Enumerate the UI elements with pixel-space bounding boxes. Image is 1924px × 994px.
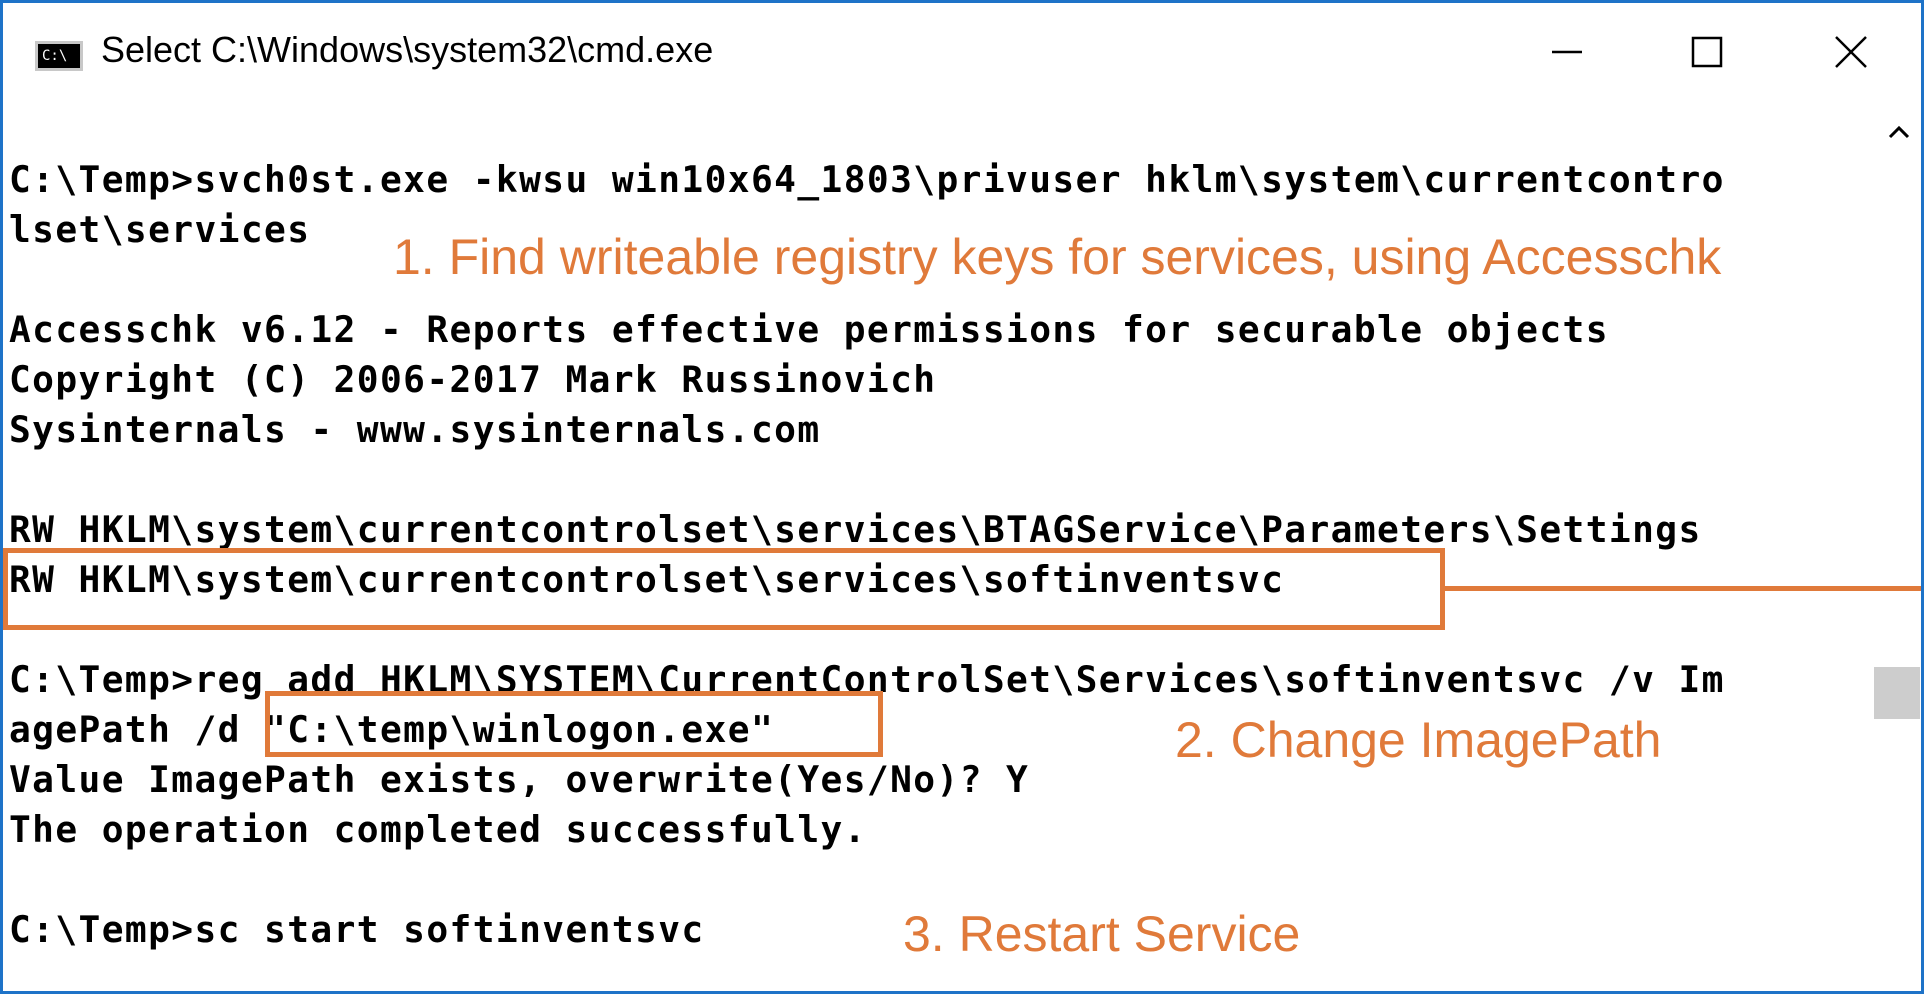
highlight-writeable-key — [3, 548, 1445, 630]
annotation-step-3: 3. Restart Service — [903, 906, 1301, 962]
console-line: Copyright (C) 2006-2017 Mark Russinovich — [9, 358, 937, 401]
title-bar[interactable]: C:\ Select C:\Windows\system32\cmd.exe — [3, 3, 1921, 107]
scroll-up-button[interactable] — [1871, 107, 1921, 157]
highlight-imagepath-value — [265, 691, 883, 757]
console-line: Accesschk v6.12 - Reports effective perm… — [9, 308, 1609, 351]
chevron-up-icon — [1888, 125, 1910, 139]
cmd-app-icon[interactable]: C:\ — [35, 41, 83, 71]
close-icon — [1835, 36, 1867, 68]
window-title: Select C:\Windows\system32\cmd.exe — [101, 29, 714, 70]
annotation-step-2: 2. Change ImagePath — [1175, 712, 1662, 768]
maximize-icon — [1691, 36, 1723, 68]
minimize-icon — [1552, 50, 1582, 54]
console-line: The operation completed successfully. — [9, 808, 867, 851]
vertical-scrollbar[interactable] — [1871, 107, 1921, 991]
console-line: Sysinternals - www.sysinternals.com — [9, 408, 821, 451]
annotation-step-1: 1. Find writeable registry keys for serv… — [393, 229, 1722, 285]
cmd-window: C:\ Select C:\Windows\system32\cmd.exe C… — [0, 0, 1924, 994]
console-line: C:\Temp>svch0st.exe -kwsu win10x64_1803\… — [9, 158, 1725, 201]
maximize-button[interactable] — [1657, 21, 1757, 83]
minimize-button[interactable] — [1517, 21, 1617, 83]
highlight-connector-line — [1443, 586, 1921, 591]
close-button[interactable] — [1801, 21, 1901, 83]
scrollbar-thumb[interactable] — [1874, 667, 1920, 719]
